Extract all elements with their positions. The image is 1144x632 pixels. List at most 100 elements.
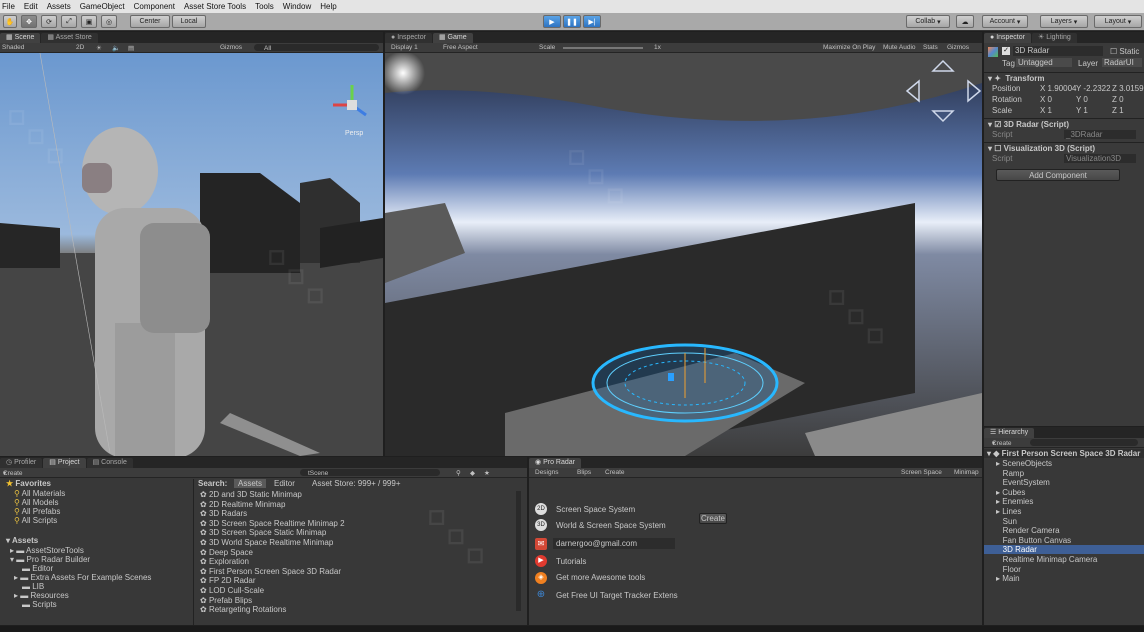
scene-viewport[interactable]: Persp <box>0 53 383 456</box>
more-tools-link[interactable]: Get more Awesome tools <box>556 573 645 582</box>
folder-extra-assets[interactable]: ▸ ▬ Extra Assets For Example Scenes <box>0 573 192 582</box>
rotation-y-field[interactable]: Y 0 <box>1076 95 1088 104</box>
stats-toggle[interactable]: Stats <box>923 44 938 51</box>
pro-radar-tab-create[interactable]: Create <box>605 469 625 476</box>
move-tool-button[interactable]: ✥ <box>21 15 37 28</box>
hierarchy-item[interactable]: ▸ Cubes <box>984 488 1144 497</box>
result-item[interactable]: ✿ 3D Radars <box>196 509 516 518</box>
object-name-field[interactable]: 3D Radar <box>1013 46 1103 56</box>
result-item[interactable]: ✿ 3D World Space Realtime Minimap <box>196 538 516 547</box>
menu-help[interactable]: Help <box>320 2 336 11</box>
tab-asset-store[interactable]: ▦ Asset Store <box>41 33 98 43</box>
layout-dropdown[interactable]: Layout ▾ <box>1094 15 1142 28</box>
result-item[interactable]: ✿ Exploration <box>196 557 516 566</box>
menu-gameobject[interactable]: GameObject <box>80 2 125 11</box>
game-gizmos-dropdown[interactable]: Gizmos <box>947 44 969 51</box>
hand-tool-button[interactable]: ✋ <box>3 15 17 28</box>
maximize-on-play-toggle[interactable]: Maximize On Play <box>823 44 875 51</box>
hierarchy-item[interactable]: ▸ SceneObjects <box>984 459 1144 468</box>
favorite-icon[interactable]: ★ <box>484 469 490 477</box>
hierarchy-item[interactable]: ▸ Enemies <box>984 497 1144 506</box>
target-tracker-link[interactable]: Get Free UI Target Tracker Extens <box>556 591 678 600</box>
search-scope-assets[interactable]: Assets <box>234 479 267 488</box>
rotate-tool-button[interactable]: ⟳ <box>41 15 57 28</box>
audio-toggle-icon[interactable]: 🔈 <box>112 44 120 52</box>
hierarchy-create-dropdown[interactable]: Create ▾ <box>992 439 1012 447</box>
fav-item-scripts[interactable]: ⚲ All Scripts <box>0 516 192 525</box>
scale-y-field[interactable]: Y 1 <box>1076 106 1088 115</box>
search-scope-editor[interactable]: Editor <box>274 479 295 488</box>
tab-lighting[interactable]: ☀ Lighting <box>1031 33 1077 43</box>
menu-assets[interactable]: Assets <box>47 2 71 11</box>
scale-z-field[interactable]: Z 1 <box>1112 106 1124 115</box>
transform-tool-button[interactable]: ◎ <box>101 15 117 28</box>
add-component-button[interactable]: Add Component <box>996 169 1120 181</box>
tab-project[interactable]: ▤ Project <box>43 458 86 468</box>
rect-tool-button[interactable]: ▣ <box>81 15 97 28</box>
layer-dropdown[interactable]: RadarUI <box>1102 58 1142 67</box>
filter-type-icon[interactable]: ⚲ <box>456 469 461 477</box>
pro-radar-tab-blips[interactable]: Blips <box>577 469 591 476</box>
menu-window[interactable]: Window <box>283 2 311 11</box>
folder-assetstoretools[interactable]: ▸ ▬ AssetStoreTools <box>0 546 192 555</box>
tab-inspector[interactable]: ● Inspector <box>984 33 1031 43</box>
effects-toggle-icon[interactable]: ▤ <box>128 44 134 52</box>
pivot-local-button[interactable]: Local <box>172 15 206 28</box>
menu-asset-store-tools[interactable]: Asset Store Tools <box>184 2 246 11</box>
pro-radar-tab-designs[interactable]: Designs <box>535 469 558 476</box>
filter-label-icon[interactable]: ◆ <box>470 469 475 477</box>
folder-resources[interactable]: ▸ ▬ Resources <box>0 591 192 600</box>
tab-profiler[interactable]: ◷ Profiler <box>0 458 43 468</box>
result-item[interactable]: ✿ 2D Realtime Minimap <box>196 500 516 509</box>
radar-script-header[interactable]: ▾ ☑ 3D Radar (Script) <box>984 120 1144 129</box>
transform-header[interactable]: ▾ ✦ Transform <box>984 74 1144 83</box>
fav-item-models[interactable]: ⚲ All Models <box>0 498 192 507</box>
pro-radar-tab-minimap[interactable]: Minimap <box>954 469 979 476</box>
hierarchy-item[interactable]: Realtime Minimap Camera <box>984 555 1144 564</box>
expand-arrow-icon[interactable] <box>996 526 1003 535</box>
active-checkbox[interactable]: ✓ <box>1002 47 1010 55</box>
hierarchy-item[interactable]: Sun <box>984 517 1144 526</box>
assets-header[interactable]: ▾ Assets <box>0 536 192 545</box>
play-button[interactable]: ▶ <box>543 15 561 28</box>
result-item[interactable]: ✿ 3D Screen Space Static Minimap <box>196 528 516 537</box>
hierarchy-scene-row[interactable]: ▾ ◆ First Person Screen Space 3D Radar <box>984 449 1144 458</box>
result-item[interactable]: ✿ FP 2D Radar <box>196 576 516 585</box>
radar-script-field[interactable]: _3DRadar <box>1064 130 1136 139</box>
account-dropdown[interactable]: Account ▾ <box>982 15 1028 28</box>
folder-lib[interactable]: ▬ LIB <box>0 582 192 591</box>
fav-item-materials[interactable]: ⚲ All Materials <box>0 489 192 498</box>
hierarchy-item[interactable]: EventSystem <box>984 478 1144 487</box>
lighting-toggle-icon[interactable]: ☀ <box>96 44 102 52</box>
hierarchy-item[interactable]: 3D Radar <box>984 545 1144 555</box>
tab-console[interactable]: ▤ Console <box>86 458 133 468</box>
search-scope-asset-store[interactable]: Asset Store: 999+ / 999+ <box>312 479 401 488</box>
shading-mode-dropdown[interactable]: Shaded <box>2 44 24 51</box>
position-x-field[interactable]: X 1.90004 <box>1040 84 1076 93</box>
result-item[interactable]: ✿ 3D Screen Space Realtime Minimap 2 <box>196 519 516 528</box>
menu-edit[interactable]: Edit <box>24 2 38 11</box>
collab-dropdown[interactable]: Collab ▾ <box>906 15 950 28</box>
expand-arrow-icon[interactable] <box>996 565 1003 574</box>
result-item[interactable]: ✿ LOD Cull-Scale <box>196 586 516 595</box>
expand-arrow-icon[interactable] <box>996 536 1003 545</box>
hierarchy-item[interactable]: Ramp <box>984 469 1144 478</box>
tab-pro-radar[interactable]: ◉ Pro Radar <box>529 458 581 468</box>
aspect-dropdown[interactable]: Free Aspect <box>443 44 478 51</box>
scale-x-field[interactable]: X 1 <box>1040 106 1052 115</box>
step-button[interactable]: ▶| <box>583 15 601 28</box>
perspective-label[interactable]: Persp <box>345 130 363 137</box>
game-viewport[interactable] <box>385 53 982 456</box>
result-item[interactable]: ✿ First Person Screen Space 3D Radar <box>196 567 516 576</box>
mute-audio-toggle[interactable]: Mute Audio <box>883 44 916 51</box>
expand-arrow-icon[interactable] <box>996 545 1003 554</box>
hierarchy-item[interactable]: ▸ Main <box>984 574 1144 583</box>
expand-arrow-icon[interactable] <box>996 517 1003 526</box>
tab-inspector-2[interactable]: ● Inspector <box>385 33 432 43</box>
tab-hierarchy[interactable]: ☰ Hierarchy <box>984 428 1035 438</box>
scale-slider[interactable] <box>563 47 643 49</box>
result-item[interactable]: ✿ Deep Space <box>196 548 516 557</box>
menu-component[interactable]: Component <box>134 2 175 11</box>
email-field[interactable]: darnergoo@gmail.com <box>553 538 675 549</box>
favorites-header[interactable]: ★ Favorites <box>0 479 192 488</box>
